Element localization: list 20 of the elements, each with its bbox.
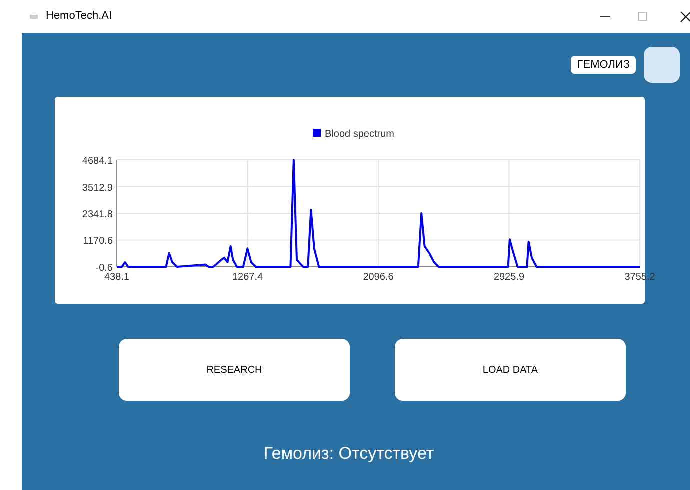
y-tick-label: 4684.1 [82, 156, 113, 167]
y-tick-label: 1170.6 [83, 236, 113, 248]
y-tick-label: 2341.8 [82, 210, 113, 220]
action-button[interactable]: RESEARCH [119, 339, 350, 401]
status-text: Гемолиз: Отсутствует [264, 443, 434, 465]
y-tick-label: -0.6 [96, 263, 113, 274]
action-button[interactable]: LOAD DATA [395, 339, 626, 401]
hemolysis-badge: ГЕМОЛИЗ [571, 56, 636, 74]
close-button[interactable] [680, 10, 690, 22]
y-tick-label: 3512.9 [82, 182, 113, 194]
window-title: HemoTech.AI [46, 9, 112, 24]
x-tick-label: 1267.4 [232, 272, 264, 283]
x-tick-label: 438.1 [104, 272, 130, 283]
app-icon [30, 14, 38, 18]
square-button[interactable] [644, 47, 680, 83]
legend-swatch [313, 129, 321, 137]
close-icon [680, 10, 690, 22]
x-tick-label: 2096.6 [363, 272, 394, 283]
legend-label: Blood spectrum [325, 129, 394, 140]
x-tick-label: 2925.9 [494, 272, 525, 283]
